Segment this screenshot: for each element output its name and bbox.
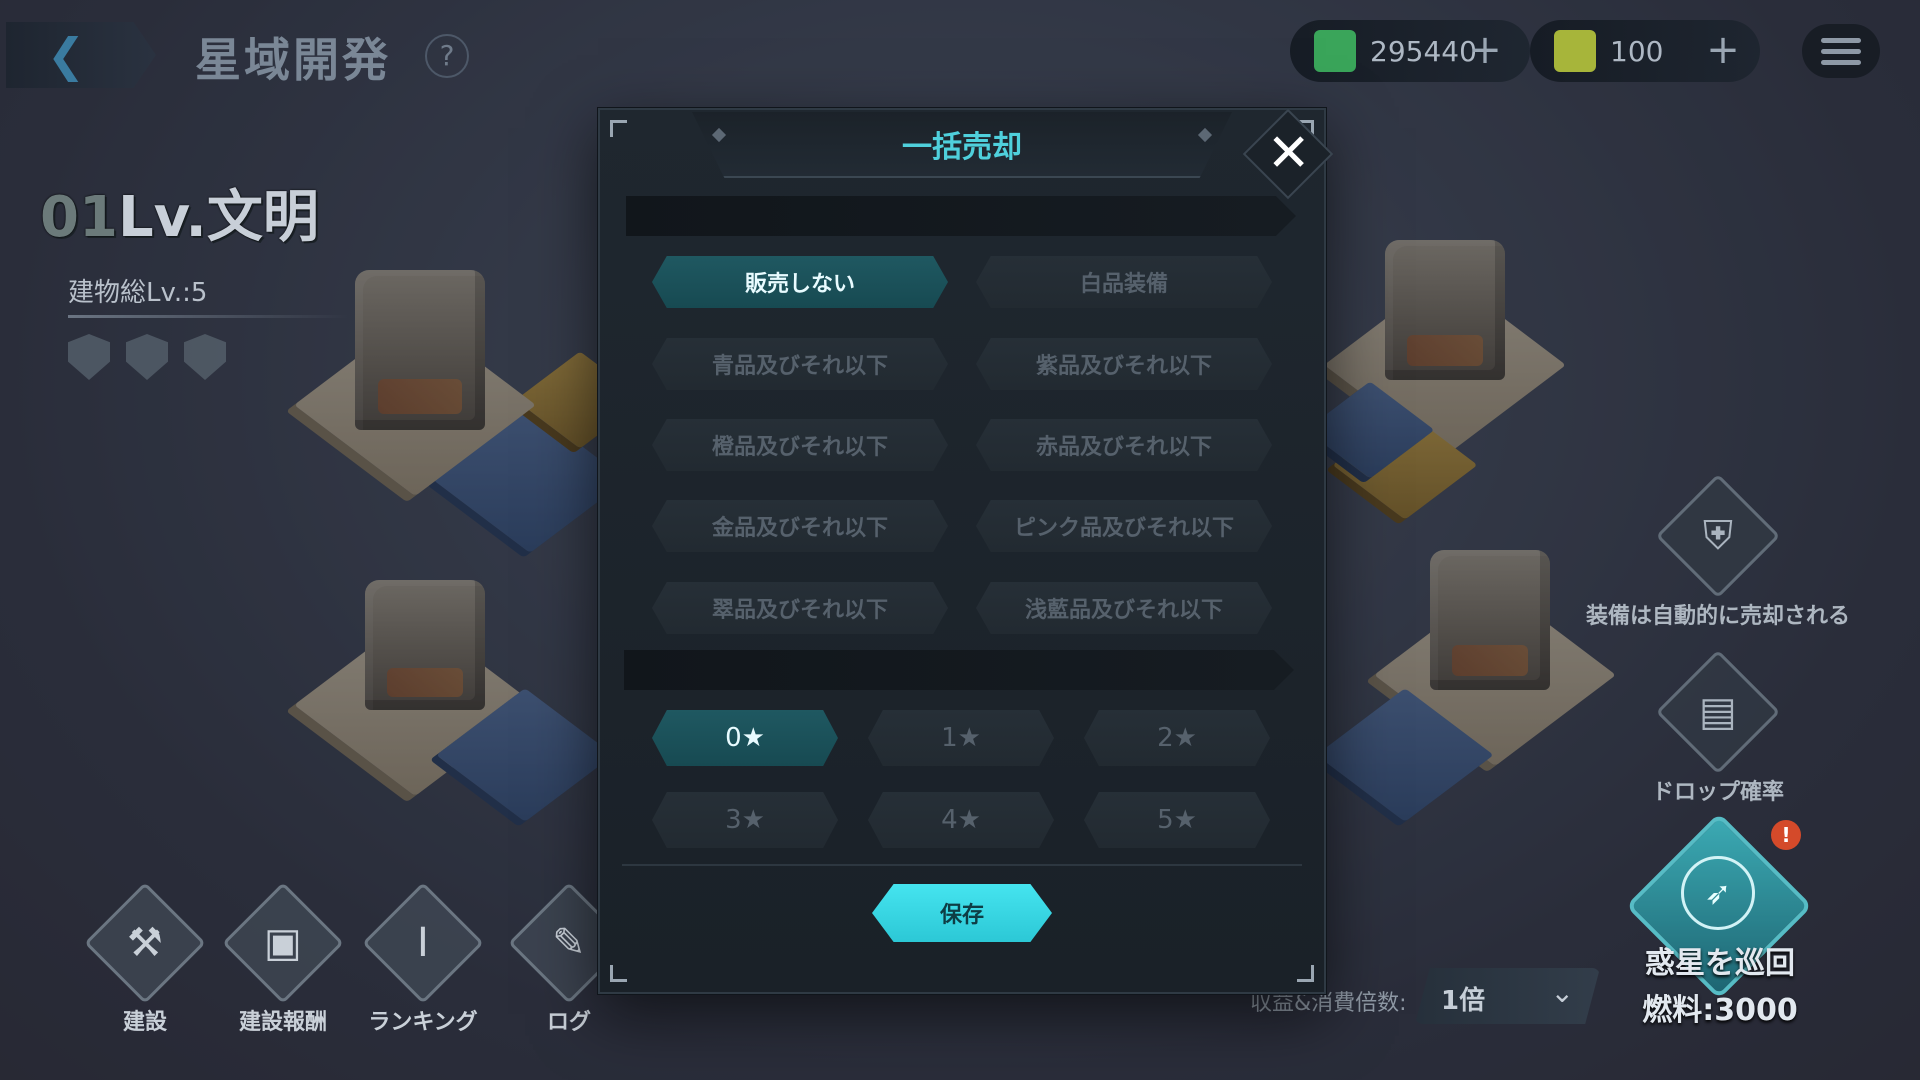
nav-label: 建設	[122, 1010, 167, 1035]
star-option-0[interactable]: 0★	[652, 710, 838, 766]
option-blue[interactable]: 青品及びそれ以下	[652, 338, 948, 390]
nav-label: ランキング	[368, 1010, 478, 1035]
star-option-4[interactable]: 4★	[868, 792, 1054, 848]
nav-label: ログ	[546, 1010, 591, 1035]
option-gold[interactable]: 金品及びそれ以下	[652, 500, 948, 552]
nav-construction-reward[interactable]: ▣ 建設報酬	[218, 882, 348, 1036]
ticket-value: 100	[1610, 34, 1664, 68]
building-total-level: 建物総Lv.:5	[68, 278, 208, 308]
drop-rate-label: ドロップ確率	[1651, 780, 1784, 805]
auto-sell-shield-icon: ⛨	[1655, 473, 1781, 599]
ticket-resource: 100 +	[1530, 20, 1760, 82]
civilization-level-number: 01	[40, 185, 118, 250]
back-arrow-icon: ❮	[46, 28, 86, 82]
close-icon: ✕	[1266, 123, 1311, 184]
corner-decoration	[610, 965, 627, 982]
civilization-level: 01Lv.文明	[40, 172, 319, 253]
construction-icon: ⚒	[84, 882, 206, 1004]
planet-orbit-icon: ➶	[1681, 856, 1755, 930]
option-pink[interactable]: ピンク品及びそれ以下	[976, 500, 1272, 552]
help-icon[interactable]: ?	[425, 34, 469, 78]
top-bar: ❮ 星域開発 ?	[0, 18, 600, 90]
auto-sell-button[interactable]: ⛨ 装備は自動的に売却される	[1568, 473, 1868, 630]
corner-decoration	[1297, 965, 1314, 982]
credits-resource: 295440 +	[1290, 20, 1530, 82]
star-option-3[interactable]: 3★	[652, 792, 838, 848]
add-credits-button[interactable]: +	[1462, 28, 1508, 74]
patrol-label: 惑星を巡回	[1645, 946, 1795, 981]
option-orange[interactable]: 橙品及びそれ以下	[652, 419, 948, 471]
option-purple[interactable]: 紫品及びそれ以下	[976, 338, 1272, 390]
back-button[interactable]: ❮	[6, 22, 156, 88]
option-white[interactable]: 白品装備	[976, 256, 1272, 308]
civilization-level-text: Lv.文明	[117, 185, 319, 250]
dialog-divider	[622, 864, 1302, 866]
page-title: 星域開発	[195, 33, 391, 87]
hamburger-menu-icon	[1821, 37, 1861, 43]
star-section-bar	[624, 650, 1294, 690]
alert-badge: !	[1771, 820, 1801, 850]
nav-ranking[interactable]: Ⅰ ランキング	[358, 882, 488, 1036]
auto-sell-label: 装備は自動的に売却される	[1585, 604, 1850, 629]
star-option-2[interactable]: 2★	[1084, 710, 1270, 766]
menu-button[interactable]	[1802, 24, 1880, 78]
star-option-5[interactable]: 5★	[1084, 792, 1270, 848]
nav-label: 建設報酬	[238, 1010, 327, 1035]
save-button[interactable]: 保存	[872, 884, 1052, 942]
credits-value: 295440	[1370, 34, 1477, 68]
bulk-sell-dialog: 一括売却 ✕ 販売しない 白品装備 青品及びそれ以下 紫品及びそれ以下 橙品及び…	[598, 108, 1334, 994]
ticket-icon	[1554, 30, 1596, 72]
divider	[68, 315, 348, 318]
fuel-label: 燃料:3000	[1642, 993, 1798, 1028]
option-light-indigo[interactable]: 浅藍品及びそれ以下	[976, 582, 1272, 634]
option-jade[interactable]: 翠品及びそれ以下	[652, 582, 948, 634]
ranking-icon: Ⅰ	[362, 882, 484, 1004]
option-red[interactable]: 赤品及びそれ以下	[976, 419, 1272, 471]
credits-icon	[1314, 30, 1356, 72]
dialog-title: 一括売却	[902, 130, 1022, 165]
option-no-sell[interactable]: 販売しない	[652, 256, 948, 308]
multiplier-value: 1倍	[1441, 986, 1486, 1016]
reward-chest-icon: ▣	[222, 882, 344, 1004]
chevron-down-icon: ⌄	[1550, 976, 1574, 1009]
add-ticket-button[interactable]: +	[1700, 28, 1746, 74]
multiplier-select[interactable]: 1倍 ⌄	[1415, 968, 1600, 1024]
drop-rate-button[interactable]: ▤ ドロップ確率	[1568, 649, 1868, 806]
star-option-1[interactable]: 1★	[868, 710, 1054, 766]
nav-construction[interactable]: ⚒ 建設	[80, 882, 210, 1036]
drop-rate-icon: ▤	[1655, 649, 1781, 775]
quality-section-bar	[626, 196, 1296, 236]
